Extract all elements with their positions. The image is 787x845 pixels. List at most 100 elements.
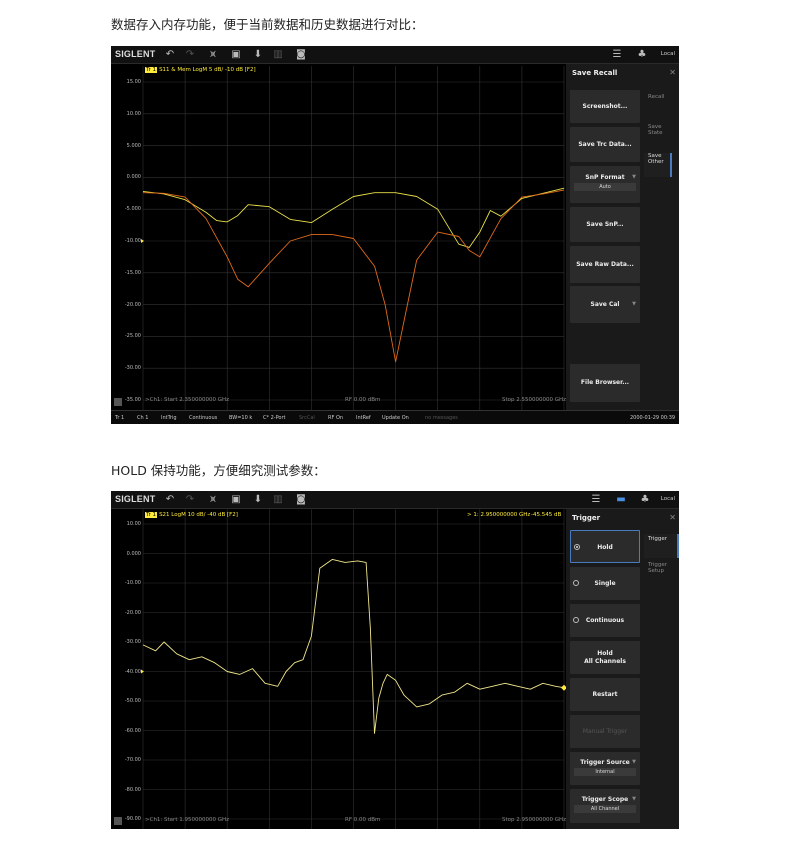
snp-format-label: SnP Format [585, 174, 625, 181]
trigger-source-button[interactable]: Trigger Source ▼ Internal [570, 752, 640, 785]
local-label: Local [660, 496, 675, 502]
y-tick-label: -5.000 [124, 206, 141, 213]
radio-icon [573, 617, 579, 623]
continuous-button[interactable]: Continuous [570, 604, 640, 637]
reference-level-marker[interactable] [141, 239, 144, 243]
file-browser-button[interactable]: File Browser... [570, 364, 640, 402]
redo-icon[interactable]: ↷ [183, 493, 197, 507]
start-frequency: >Ch1: Start 2.350000000 GHz [145, 397, 229, 403]
vna-screen-trigger: SIGLENT ↶ ↷ ⩙ ▣ ⬇ ▥ ◙ ☰ ▬ ♣ Local Tr 1 S2… [111, 491, 679, 829]
toolbar: SIGLENT ↶ ↷ ⩙ ▣ ⬇ ▥ ◙ ☰ ▬ ♣ Local [111, 491, 679, 509]
trace-chart [141, 509, 566, 829]
save-icon[interactable]: ⬇ [251, 493, 265, 507]
hold-button[interactable]: Hold [570, 530, 640, 563]
plot-area[interactable]: Tr 1 S21 LogM 10 dB/ -40 dB [F2] > 1: 2.9… [111, 509, 566, 829]
start-frequency: >Ch1: Start 1.950000000 GHz [145, 817, 229, 823]
trace-chart [141, 66, 565, 410]
menu-icon[interactable]: ☰ [610, 48, 624, 62]
radio-selected-icon [574, 544, 580, 550]
tab-trigger-setup[interactable]: Trigger Setup [644, 562, 672, 574]
tab-recall[interactable]: Recall [644, 94, 679, 100]
snp-format-button[interactable]: SnP Format ▼ Auto [570, 166, 640, 203]
y-tick-label: -15.00 [124, 269, 141, 276]
hold-all-line1: Hold [597, 650, 613, 657]
save-raw-data-button[interactable]: Save Raw Data... [570, 246, 640, 283]
siglent-logo: SIGLENT [115, 49, 156, 59]
marker-frequency: > 1: 2.950000000 GHz [467, 512, 531, 518]
marker-icon[interactable]: ⩙ [206, 48, 220, 62]
trigger-scope-button[interactable]: Trigger Scope ▼ All Channel [570, 789, 640, 823]
y-tick-label: -80.00 [124, 786, 141, 793]
usb-icon: ▬ [616, 494, 626, 505]
save-trc-data-button[interactable]: Save Trc Data... [570, 127, 640, 162]
stop-frequency: Stop 2.550000000 GHz [502, 397, 567, 403]
trigger-scope-value: All Channel [574, 805, 636, 813]
trigger-source-label: Trigger Source [580, 759, 630, 766]
tab-save-state[interactable]: Save State [644, 124, 672, 136]
network-icon: ♣ [637, 49, 647, 60]
reference-level-marker[interactable] [141, 669, 144, 674]
rf-power: RF 0.00 dBm [345, 817, 381, 823]
save-snp-button[interactable]: Save SnP... [570, 207, 640, 242]
dropdown-arrow-icon: ▼ [632, 174, 636, 180]
undo-icon[interactable]: ↶ [163, 493, 177, 507]
stop-frequency: Stop 2.950000000 GHz [502, 817, 567, 823]
redo-icon[interactable]: ↷ [183, 48, 197, 62]
plot-area[interactable]: Tr 1 S11 & Mem LogM 5 dB/ -10 dB [F2] 15.… [111, 64, 566, 410]
y-tick-label: 15.00 [126, 79, 141, 85]
status-rf[interactable]: RF On [328, 415, 343, 421]
save-icon[interactable]: ⬇ [251, 48, 265, 62]
status-ref[interactable]: IntRef [356, 415, 371, 421]
status-srccal[interactable]: SrcCal [299, 415, 315, 421]
status-channel[interactable]: Ch 1 [137, 415, 148, 421]
status-update[interactable]: Update On [382, 415, 409, 421]
siglent-logo: SIGLENT [115, 494, 156, 504]
corner-marker [114, 398, 122, 406]
vna-screen-save-recall: SIGLENT ↶ ↷ ⩙ ▣ ⬇ ▥ ◙ ☰ ♣ Local Tr 1 S11 … [111, 46, 679, 424]
camera-icon[interactable]: ◙ [294, 493, 308, 507]
close-icon[interactable]: ✕ [669, 513, 676, 522]
status-trigger-mode[interactable]: Continuous [189, 415, 217, 421]
radio-icon [573, 580, 579, 586]
menu-icon[interactable]: ☰ [589, 493, 603, 507]
camera-icon[interactable]: ◙ [294, 48, 308, 62]
status-datetime: 2000-01-29 00:39 [630, 415, 676, 421]
status-calibration[interactable]: C* 2-Port [263, 415, 285, 421]
panel-title: Trigger [572, 514, 601, 522]
hold-label: Hold [597, 544, 613, 551]
display-icon[interactable]: ▣ [229, 48, 243, 62]
restart-button[interactable]: Restart [570, 678, 640, 711]
delete-icon[interactable]: ▥ [271, 48, 285, 62]
screenshot-button[interactable]: Screenshot... [570, 90, 640, 123]
network-icon: ♣ [640, 494, 650, 505]
manual-trigger-button[interactable]: Manual Trigger [570, 715, 640, 748]
single-label: Single [594, 580, 616, 587]
y-tick-label: -10.00 [124, 238, 141, 244]
caption-hold: HOLD 保持功能，方便细究测试参数： [111, 463, 326, 478]
trace-badge: Tr 1 [145, 67, 158, 73]
status-trace[interactable]: Tr 1 [115, 415, 124, 421]
tab-trigger[interactable]: Trigger [644, 534, 679, 558]
save-recall-panel: Save Recall ✕ Screenshot... Save Trc Dat… [566, 64, 679, 410]
single-button[interactable]: Single [570, 567, 640, 600]
display-icon[interactable]: ▣ [229, 493, 243, 507]
dropdown-arrow-icon: ▼ [632, 301, 636, 307]
status-bar: Tr 1 Ch 1 IntTrig Continuous BW=10 k C* … [111, 410, 679, 424]
close-icon[interactable]: ✕ [669, 68, 676, 77]
trigger-source-value: Internal [574, 768, 636, 776]
caption-memory: 数据存入内存功能，便于当前数据和历史数据进行对比： [111, 17, 424, 32]
save-cal-button[interactable]: Save Cal ▼ [570, 286, 640, 323]
marker-icon[interactable]: ⩙ [206, 493, 220, 507]
y-tick-label: -30.00 [124, 639, 141, 645]
y-tick-label: -50.00 [124, 698, 141, 704]
status-bandwidth[interactable]: BW=10 k [229, 415, 252, 421]
status-trigger-source[interactable]: IntTrig [161, 415, 177, 421]
toolbar: SIGLENT ↶ ↷ ⩙ ▣ ⬇ ▥ ◙ ☰ ♣ Local [111, 46, 679, 64]
tab-save-other[interactable]: Save Other [644, 153, 672, 177]
y-tick-label: -25.00 [124, 333, 141, 340]
undo-icon[interactable]: ↶ [163, 48, 177, 62]
hold-all-channels-button[interactable]: Hold All Channels [570, 641, 640, 674]
y-tick-label: 10.00 [126, 110, 141, 117]
delete-icon[interactable]: ▥ [271, 493, 285, 507]
hold-all-line2: All Channels [584, 658, 626, 665]
